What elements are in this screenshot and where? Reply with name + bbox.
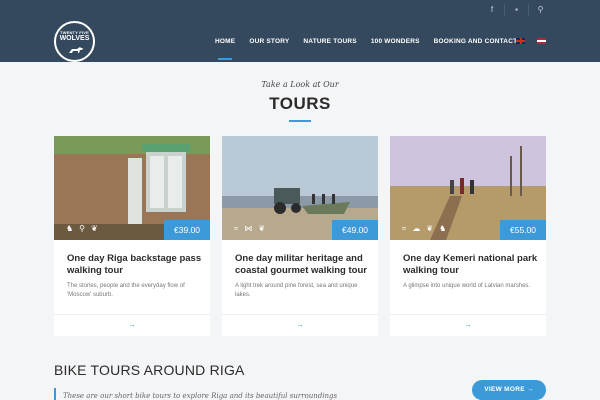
price-badge: €49.00 — [332, 220, 378, 240]
tour-title[interactable]: One day Kemeri national park walking tou… — [403, 253, 538, 277]
section-tagline: Take a Look at Our — [261, 80, 339, 89]
arrow-right-icon[interactable]: → — [126, 320, 138, 330]
card-divider — [54, 314, 210, 315]
nav-booking-contact[interactable]: BOOKING AND CONTACT — [434, 36, 518, 48]
fish-icon: ⋈ — [244, 224, 253, 233]
arrow-right-icon[interactable]: → — [462, 320, 474, 330]
nav-nature-tours[interactable]: NATURE TOURS — [303, 36, 356, 48]
card-divider — [222, 314, 378, 315]
card-divider — [390, 314, 546, 315]
price-badge: €55.00 — [500, 220, 546, 240]
view-more-button[interactable]: VIEW MORE → — [472, 380, 546, 400]
price-badge: €39.00 — [164, 220, 210, 240]
tour-description: The stories, people and the everyday flo… — [67, 283, 185, 298]
nav-100-wonders[interactable]: 100 WONDERS — [371, 36, 420, 48]
tour-title[interactable]: One day militar heritage and coastal gou… — [235, 253, 370, 277]
tour-feature-icons: ≈ ☁ ❦ ♞ — [402, 224, 452, 234]
site-header: TWENTY FIVE WOLVES f ▪ ⚲ HOME OUR STORY … — [0, 0, 600, 62]
leaf-icon: ❦ — [258, 224, 266, 233]
tour-card[interactable]: ≈ ⋈ ❦ €49.00 One day militar heritage an… — [222, 136, 378, 336]
tour-card[interactable]: ≈ ☁ ❦ ♞ €55.00 One day Kemeri national p… — [390, 136, 546, 336]
water-icon: ≈ — [402, 224, 407, 233]
main-nav: HOME OUR STORY NATURE TOURS 100 WONDERS … — [215, 36, 531, 60]
logo[interactable]: TWENTY FIVE WOLVES — [54, 21, 95, 62]
title-underline — [289, 120, 311, 122]
english-flag-icon[interactable] — [516, 38, 525, 44]
top-icons: f ▪ ⚲ — [480, 4, 552, 16]
section-title: TOURS — [269, 94, 331, 113]
facebook-icon[interactable]: f — [480, 4, 504, 16]
tour-feature-icons: ♞ ⚲ ❦ — [66, 224, 104, 234]
tour-card[interactable]: ♞ ⚲ ❦ €39.00 One day Riga backstage pass… — [54, 136, 210, 336]
bike-section-title: BIKE TOURS AROUND RIGA — [54, 362, 245, 378]
leaf-icon: ❦ — [91, 224, 98, 233]
arrow-right-icon[interactable]: → — [294, 320, 306, 330]
cart-icon[interactable]: ▪ — [504, 4, 528, 16]
search-icon[interactable]: ⚲ — [528, 4, 552, 16]
tour-description: A light trek around pine forest, sea and… — [235, 283, 358, 298]
cloud-icon: ☁ — [412, 224, 421, 233]
tour-title[interactable]: One day Riga backstage pass walking tour — [67, 253, 202, 277]
walker-icon: ♞ — [66, 224, 74, 233]
logo-line2: WOLVES — [59, 35, 90, 42]
tour-description: A glimpse into unique world of Latvian m… — [403, 283, 531, 289]
nav-our-story[interactable]: OUR STORY — [249, 36, 289, 48]
nav-home[interactable]: HOME — [215, 36, 235, 60]
latvian-flag-icon[interactable] — [537, 38, 546, 44]
bike-section-subtitle: These are our short bike tours to explor… — [54, 388, 337, 400]
bike-icon: ⚲ — [79, 224, 86, 233]
leaf-icon: ❦ — [426, 224, 434, 233]
tour-feature-icons: ≈ ⋈ ❦ — [234, 224, 271, 234]
waves-icon: ≈ — [234, 224, 239, 233]
boar-icon: ♞ — [439, 224, 447, 233]
wolf-icon — [69, 47, 83, 53]
